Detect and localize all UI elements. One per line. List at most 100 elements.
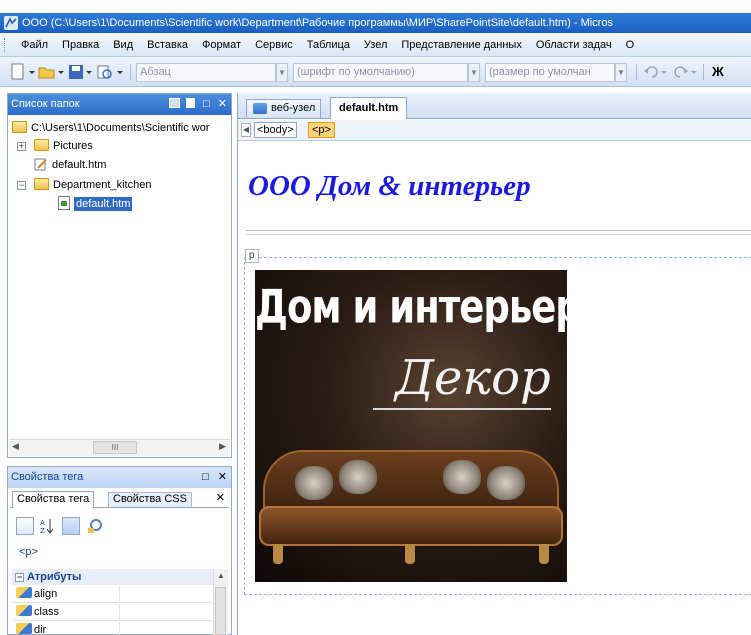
vertical-scrollbar[interactable]: ▲ [213,569,228,635]
open-dropdown-icon[interactable] [57,63,65,81]
attribute-name-cell: class [12,604,120,621]
panel-controls: □ ✕ [168,94,227,115]
page-edit-icon [34,158,47,171]
page-heading[interactable]: ООО Дом & интерьер [248,170,531,203]
save-icon[interactable] [68,63,84,81]
tabs-close-icon[interactable]: ✕ [216,491,225,504]
sofa-pillow [339,460,377,494]
menu-tools[interactable]: Сервис [248,33,300,56]
tab-tag-properties[interactable]: Свойства тега [12,491,95,508]
menu-format[interactable]: Формат [195,33,248,56]
panel-close-icon[interactable]: ✕ [218,98,227,110]
sort-az-icon[interactable]: A Z [40,517,54,535]
attribute-icon [16,623,32,634]
tree-root[interactable]: C:\Users\1\Documents\Scientific wor [12,119,210,137]
attribute-name-cell: align [12,586,120,603]
panel-maximize-icon[interactable]: □ [203,98,210,110]
print-preview-icon[interactable] [96,63,114,81]
menu-table[interactable]: Таблица [300,33,357,56]
tree-item-label: Pictures [53,140,93,152]
toolbar-separator [130,64,131,80]
tag-panel-title: Свойства тега [11,471,84,483]
menu-site[interactable]: Узел [357,33,394,56]
paragraph-tag-label[interactable]: p [245,249,259,263]
panel-view-icon[interactable] [168,98,180,108]
scroll-up-icon[interactable]: ▲ [217,571,225,580]
new-dropdown-icon[interactable] [28,63,36,81]
crumb-p-tag[interactable]: <p> [308,122,335,138]
tag-panel-title-bar[interactable]: Свойства тега □ ✕ [8,467,231,488]
sofa-leg [405,544,415,564]
image-title-text: Дом и интерьер [255,280,567,334]
tab-css-properties[interactable]: Свойства CSS [108,492,192,507]
sofa-pillow [443,460,481,494]
tree-root-label: C:\Users\1\Documents\Scientific wor [31,122,210,134]
sofa-pillow [295,466,333,500]
style-combobox[interactable]: Абзац [136,63,276,82]
redo-icon[interactable] [673,63,689,81]
horizontal-scrollbar[interactable]: ◀ III ▶ [9,439,230,456]
size-dropdown-arrow[interactable]: ▼ [615,63,627,82]
chevron-left-icon[interactable]: ◀ [241,123,251,137]
bold-button[interactable]: Ж [712,63,726,81]
panel-close-icon[interactable]: ✕ [218,471,227,483]
show-set-properties-icon[interactable] [62,517,80,535]
menu-task-panes[interactable]: Области задач [529,33,619,56]
attribute-name-cell: dir [12,622,120,635]
attribute-name: align [34,588,58,600]
tab-default-htm[interactable]: default.htm [330,97,408,119]
menu-grip[interactable] [4,38,7,52]
scroll-right-icon[interactable]: ▶ [219,441,226,452]
new-page-icon[interactable] [10,63,26,81]
tree-item-default-htm[interactable]: default.htm [34,156,106,174]
panel-view2-icon[interactable] [186,98,195,108]
scroll-left-icon[interactable]: ◀ [12,441,19,452]
preview-dropdown-icon[interactable] [116,63,124,81]
tree-item-pictures[interactable]: Pictures [34,137,93,155]
window-title-bar[interactable]: ООО (C:\Users\1\Documents\Scientific wor… [0,13,751,33]
tree-item-label: default.htm [74,197,133,211]
collapse-minus-icon[interactable]: − [15,573,24,582]
scroll-thumb[interactable]: III [93,441,137,454]
folder-panel-title: Список папок [11,98,80,110]
document-tabs: веб-узел default.htm [238,93,751,119]
style-dropdown-arrow[interactable]: ▼ [276,63,288,82]
collapse-minus-icon[interactable]: − [17,181,26,190]
tree-item-department-kitchen[interactable]: Department_kitchen [34,176,151,194]
sofa-leg [539,544,549,564]
attributes-group-header[interactable]: − Атрибуты [12,569,226,585]
attribute-row[interactable]: dir [12,622,212,635]
folder-icon [34,178,49,190]
font-combobox[interactable]: (шрифт по умолчанию) [293,63,468,82]
attribute-row[interactable]: class [12,604,212,621]
attribute-row[interactable]: align [12,586,212,603]
tab-website[interactable]: веб-узел [246,99,322,118]
categorized-view-icon[interactable] [16,517,34,535]
web-page-icon [58,196,70,210]
decor-image[interactable]: Дом и интерьер Декор [255,270,567,582]
current-tag-label: <p> [19,546,38,558]
open-folder-icon[interactable] [38,63,56,81]
toolbar-separator [636,64,637,80]
redo-dropdown-icon[interactable] [690,63,698,81]
tag-properties-settings-icon[interactable] [86,517,104,535]
menu-insert[interactable]: Вставка [140,33,195,56]
folder-panel-title-bar[interactable]: Список папок □ ✕ [8,94,231,115]
menu-edit[interactable]: Правка [55,33,106,56]
tree-item-default-htm-selected[interactable]: default.htm [58,195,133,213]
attribute-name: class [34,606,60,618]
crumb-body-tag[interactable]: <body> [254,122,297,138]
menu-help[interactable]: О [619,33,642,56]
size-combobox[interactable]: (размер по умолчан [485,63,615,82]
undo-dropdown-icon[interactable] [660,63,668,81]
undo-icon[interactable] [643,63,659,81]
menu-file[interactable]: Файл [14,33,55,56]
expand-plus-icon[interactable]: + [17,142,26,151]
font-dropdown-arrow[interactable]: ▼ [468,63,480,82]
save-dropdown-icon[interactable] [85,63,93,81]
horizontal-rule[interactable] [246,230,751,235]
menu-data-view[interactable]: Представление данных [394,33,528,56]
scroll-thumb[interactable] [215,587,226,635]
menu-view[interactable]: Вид [106,33,140,56]
panel-maximize-icon[interactable]: □ [202,471,209,483]
